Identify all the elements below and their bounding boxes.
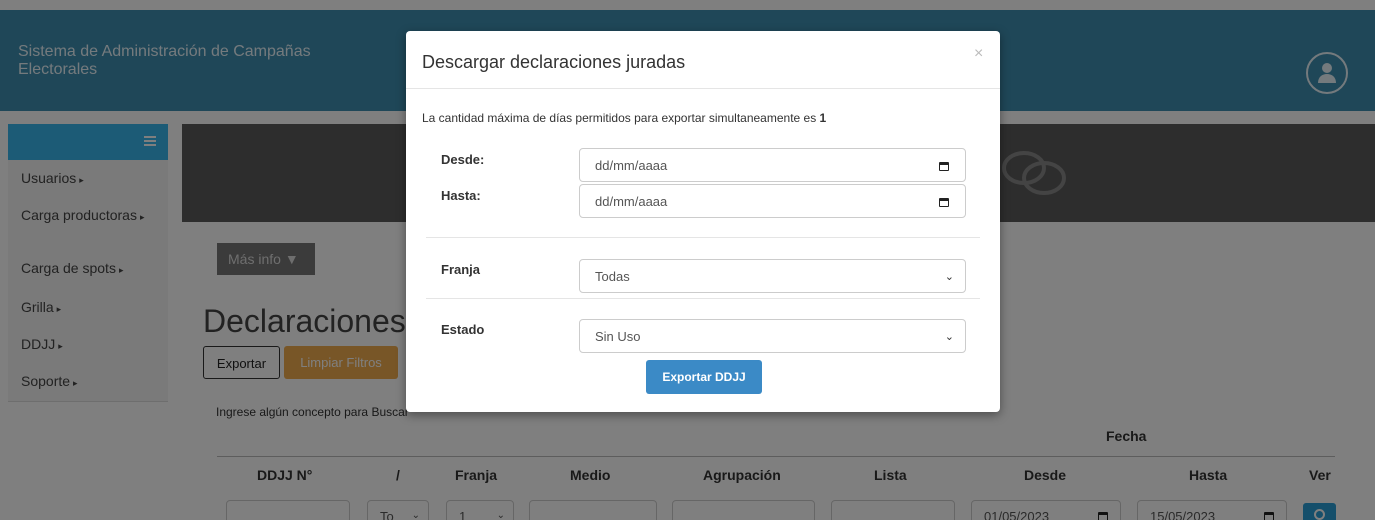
chevron-down-icon: ⌄ <box>944 331 954 343</box>
close-icon[interactable]: × <box>974 45 983 63</box>
export-modal: Descargar declaraciones juradas × La can… <box>406 31 1000 412</box>
export-ddjj-button[interactable]: Exportar DDJJ <box>646 360 762 394</box>
divider <box>426 237 980 238</box>
calendar-icon[interactable] <box>939 198 949 207</box>
estado-select[interactable]: Sin Uso ⌄ <box>579 319 966 353</box>
desde-date-input[interactable]: dd/mm/aaaa <box>579 148 966 182</box>
franja-label: Franja <box>441 262 481 277</box>
calendar-icon[interactable] <box>939 162 949 171</box>
modal-title: Descargar declaraciones juradas <box>422 52 686 72</box>
hasta-date-input[interactable]: dd/mm/aaaa <box>579 184 966 218</box>
franja-select[interactable]: Todas ⌄ <box>579 259 966 293</box>
max-days-note: La cantidad máxima de días permitidos pa… <box>422 111 827 125</box>
divider <box>426 298 980 299</box>
hasta-label: Hasta: <box>441 188 481 203</box>
desde-label: Desde: <box>441 152 485 167</box>
modal-header-divider <box>406 88 1000 89</box>
estado-label: Estado <box>441 322 485 337</box>
chevron-down-icon: ⌄ <box>944 271 954 283</box>
